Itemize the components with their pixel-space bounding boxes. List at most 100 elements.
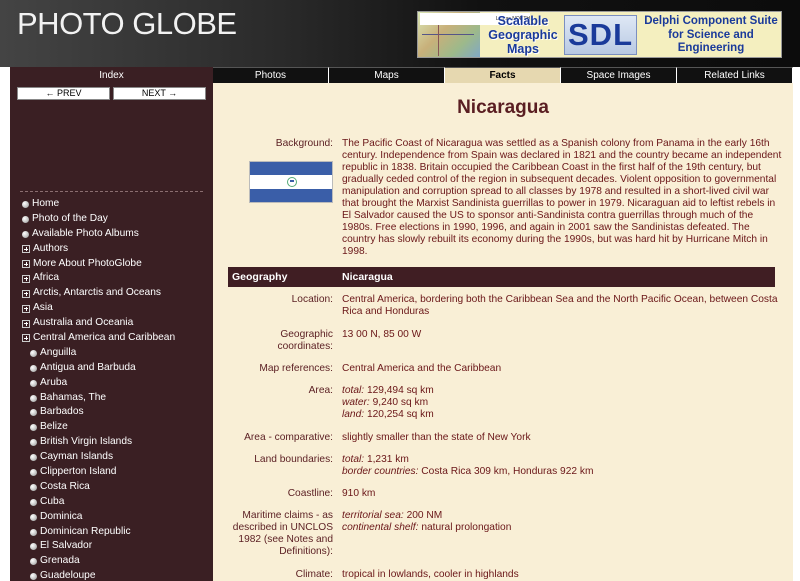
sidebar-item[interactable]: Australia and Oceania bbox=[22, 316, 212, 331]
sidebar-item-label: El Salvador bbox=[40, 540, 93, 552]
bullet-icon bbox=[30, 349, 37, 357]
sidebar-item-label: Grenada bbox=[40, 555, 80, 567]
sidebar-item-label: Antigua and Barbuda bbox=[40, 361, 136, 373]
expand-icon[interactable] bbox=[22, 334, 30, 343]
sidebar-item[interactable]: More About PhotoGlobe bbox=[22, 257, 212, 272]
boundaries-value: total: 1,231 km border countries: Costa … bbox=[342, 454, 782, 478]
sidebar-item[interactable]: Belize bbox=[22, 420, 212, 435]
sidebar-item[interactable]: Available Photo Albums bbox=[22, 227, 212, 242]
sidebar-item[interactable]: Home bbox=[22, 197, 212, 212]
nicaragua-flag-icon bbox=[249, 161, 333, 203]
tab-related-links[interactable]: Related Links bbox=[677, 67, 793, 83]
sidebar-item[interactable]: Barbados bbox=[22, 405, 212, 420]
sidebar-item-label: Asia bbox=[33, 302, 53, 314]
areacomp-label: Area - comparative: bbox=[244, 432, 333, 443]
sidebar-item[interactable]: Cuba bbox=[22, 495, 212, 510]
expand-icon[interactable] bbox=[22, 304, 30, 313]
sidebar-item-label: Dominica bbox=[40, 510, 83, 522]
sidebar-item-label: British Virgin Islands bbox=[40, 436, 133, 448]
site-logo[interactable]: PHOTO GLOBE bbox=[17, 6, 237, 42]
sidebar-item-label: Costa Rica bbox=[40, 480, 90, 492]
bullet-icon bbox=[30, 543, 37, 551]
next-button[interactable]: NEXT → bbox=[113, 87, 206, 100]
banner-left-text: Scalable Geographic Maps bbox=[488, 14, 558, 56]
mapref-value: Central America and the Caribbean bbox=[342, 363, 502, 374]
sidebar-item[interactable]: Aruba bbox=[22, 376, 212, 391]
area-water: 9,240 sq km bbox=[372, 397, 429, 408]
sidebar-item-label: Barbados bbox=[40, 406, 84, 418]
index-tab[interactable]: Index bbox=[10, 68, 213, 83]
bullet-icon bbox=[30, 409, 37, 417]
sidebar-item[interactable]: Clipperton Island bbox=[22, 465, 212, 480]
bullet-icon bbox=[30, 528, 37, 536]
expand-icon[interactable] bbox=[22, 274, 30, 283]
sidebar-item[interactable]: Guadeloupe bbox=[22, 569, 212, 581]
scrollbar-track[interactable] bbox=[793, 67, 800, 581]
geography-header-label: Geography bbox=[232, 271, 288, 283]
sidebar-item[interactable]: Asia bbox=[22, 301, 212, 316]
sidebar-item[interactable]: Cayman Islands bbox=[22, 450, 212, 465]
tab-maps[interactable]: Maps bbox=[329, 67, 445, 83]
sidebar-item-label: Dominican Republic bbox=[40, 525, 131, 537]
maritime-label: Maritime claims - as described in UNCLOS… bbox=[232, 510, 333, 557]
sidebar-item[interactable]: Authors bbox=[22, 242, 212, 257]
banner-right-text: Delphi Component Suite for Science and E… bbox=[644, 15, 778, 54]
sidebar-item[interactable]: Grenada bbox=[22, 554, 212, 569]
boundaries-countries-key: border countries: bbox=[342, 466, 419, 477]
area-land: 120,254 sq km bbox=[366, 409, 434, 420]
sidebar-item-label: Authors bbox=[33, 242, 69, 254]
sidebar-item-label: Australia and Oceania bbox=[33, 317, 134, 329]
sidebar-item-label: Anguilla bbox=[40, 346, 77, 358]
bullet-icon bbox=[22, 200, 29, 208]
sidebar-item[interactable]: Antigua and Barbuda bbox=[22, 361, 212, 376]
expand-icon[interactable] bbox=[22, 289, 30, 298]
sidebar-item[interactable]: Dominica bbox=[22, 510, 212, 525]
sidebar-item-label: Home bbox=[32, 198, 60, 209]
boundaries-total-key: total: bbox=[342, 454, 365, 465]
sidebar-item[interactable]: Africa bbox=[22, 271, 212, 286]
boundaries-label: Land boundaries: bbox=[254, 454, 333, 465]
expand-icon[interactable] bbox=[22, 260, 30, 268]
bullet-icon bbox=[30, 468, 37, 476]
coastline-value: 910 km bbox=[342, 488, 376, 499]
sidebar-divider bbox=[20, 191, 203, 192]
expand-icon[interactable] bbox=[22, 319, 30, 328]
location-label: Location: bbox=[291, 294, 333, 305]
sidebar-item[interactable]: Photo of the Day bbox=[22, 212, 212, 227]
bullet-icon bbox=[30, 513, 37, 521]
sidebar-item[interactable]: El Salvador bbox=[22, 539, 212, 554]
geography-header: Geography Nicaragua bbox=[228, 267, 775, 287]
sidebar-item[interactable]: Costa Rica bbox=[22, 480, 212, 495]
facts-content: Nicaragua Background: The Pacific Coast … bbox=[213, 83, 793, 581]
area-label: Area: bbox=[308, 385, 333, 396]
tab-space-images[interactable]: Space Images bbox=[561, 67, 677, 83]
bullet-icon bbox=[30, 379, 37, 387]
sdl-ad-banner[interactable]: Lomas NORTH Scalable Geographic Maps SDL… bbox=[417, 11, 782, 58]
sidebar-item[interactable]: British Virgin Islands bbox=[22, 435, 212, 450]
map-thumbnail-icon: Lomas NORTH bbox=[418, 12, 530, 57]
expand-icon[interactable] bbox=[22, 245, 30, 254]
sidebar-item[interactable]: Bahamas, The bbox=[22, 391, 212, 406]
sidebar-item[interactable]: Central America and Caribbean bbox=[22, 331, 212, 346]
sidebar-item-label: Available Photo Albums bbox=[32, 227, 139, 239]
maritime-sea-key: territorial sea: bbox=[342, 510, 404, 521]
sidebar-item-label: Central America and Caribbean bbox=[33, 332, 176, 344]
sidebar-item-label: Bahamas, The bbox=[40, 391, 107, 403]
mapref-label: Map references: bbox=[259, 363, 333, 374]
background-text: The Pacific Coast of Nicaragua was settl… bbox=[342, 138, 782, 257]
site-header: PHOTO GLOBE Lomas NORTH Scalable Geograp… bbox=[0, 0, 800, 67]
climate-value: tropical in lowlands, cooler in highland… bbox=[342, 569, 519, 580]
bullet-icon bbox=[30, 439, 37, 447]
sidebar-item[interactable]: Arctis, Antarctis and Oceans bbox=[22, 286, 212, 301]
area-total-key: total: bbox=[342, 385, 365, 396]
sidebar-item[interactable]: Dominican Republic bbox=[22, 525, 212, 540]
bullet-icon bbox=[30, 558, 37, 566]
prev-button[interactable]: ← PREV bbox=[17, 87, 110, 100]
tab-facts[interactable]: Facts bbox=[445, 67, 561, 83]
geography-header-country: Nicaragua bbox=[342, 271, 393, 283]
bullet-icon bbox=[22, 230, 29, 238]
sidebar-item[interactable]: Anguilla bbox=[22, 346, 212, 361]
tab-photos[interactable]: Photos bbox=[213, 67, 329, 83]
page-title: Nicaragua bbox=[457, 97, 549, 118]
area-value: total: 129,494 sq km water: 9,240 sq km … bbox=[342, 385, 782, 421]
